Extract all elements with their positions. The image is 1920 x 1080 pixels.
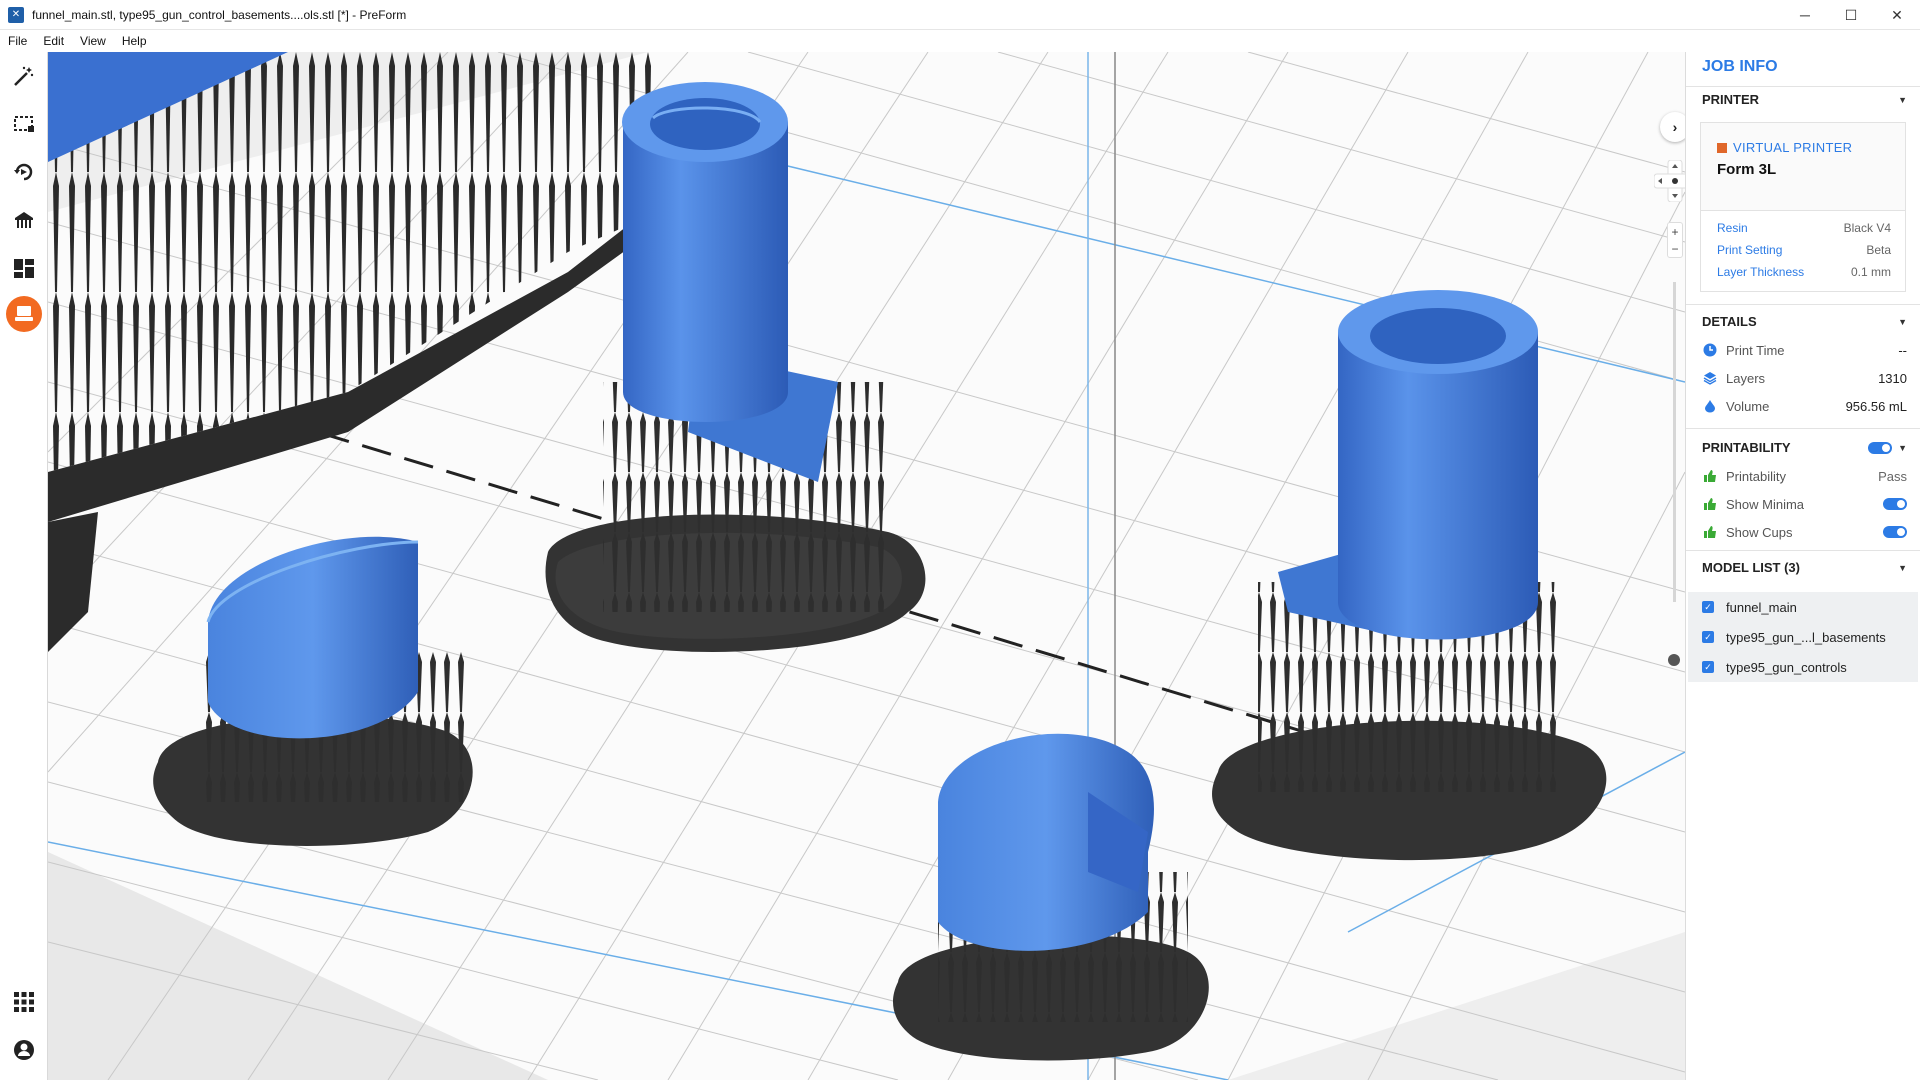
pan-arrows-icon <box>1653 159 1685 203</box>
expand-panel-button[interactable]: › <box>1660 112 1685 142</box>
menu-edit[interactable]: Edit <box>35 34 72 48</box>
list-item[interactable]: ✓ funnel_main <box>1688 592 1918 622</box>
account-icon[interactable] <box>6 1032 42 1068</box>
checkbox-checked-icon[interactable]: ✓ <box>1702 631 1714 643</box>
model-name: type95_gun_...l_basements <box>1726 629 1886 645</box>
supports-icon[interactable] <box>6 202 42 238</box>
printer-card[interactable]: VIRTUAL PRINTER Form 3L Resin Black V4 Pr… <box>1700 122 1906 292</box>
apps-grid-icon[interactable] <box>6 984 42 1020</box>
zoom-in-icon[interactable]: + <box>1671 225 1678 239</box>
virtual-printer-label: VIRTUAL PRINTER <box>1733 140 1853 155</box>
minimize-button[interactable]: ─ <box>1782 0 1828 30</box>
model-list-header-label: MODEL LIST (3) <box>1702 560 1800 575</box>
model-list-section-header[interactable]: MODEL LIST (3) ▼ <box>1702 560 1907 575</box>
checkbox-checked-icon[interactable]: ✓ <box>1702 601 1714 613</box>
checkbox-checked-icon[interactable]: ✓ <box>1702 661 1714 673</box>
caret-down-icon: ▼ <box>1898 442 1907 453</box>
details-header-label: DETAILS <box>1702 314 1757 329</box>
zoom-control[interactable]: + − <box>1667 222 1683 258</box>
details-section-header[interactable]: DETAILS ▼ <box>1702 314 1907 329</box>
printability-toggle[interactable] <box>1868 441 1893 454</box>
spec-resin: Resin Black V4 <box>1717 221 1891 235</box>
list-item[interactable]: ✓ type95_gun_controls <box>1688 652 1918 682</box>
clock-icon <box>1702 342 1718 358</box>
build-platform-scene[interactable] <box>48 52 1685 1080</box>
title-bar: ✕ funnel_main.stl, type95_gun_control_ba… <box>0 0 1920 30</box>
menu-file[interactable]: File <box>0 34 35 48</box>
model-list: ✓ funnel_main ✓ type95_gun_...l_basement… <box>1688 592 1918 682</box>
printability-section-header[interactable]: PRINTABILITY ▼ <box>1702 440 1907 455</box>
select-icon[interactable] <box>6 106 42 142</box>
layer-slider[interactable] <box>1668 282 1680 666</box>
thumbs-up-icon <box>1702 524 1718 540</box>
panel-title: JOB INFO <box>1702 58 1778 75</box>
menu-help[interactable]: Help <box>114 34 155 48</box>
3d-viewport[interactable]: › + − <box>48 52 1685 1080</box>
show-cups-row: Show Cups <box>1702 524 1907 540</box>
preform-app-icon: ✕ <box>8 6 24 23</box>
job-info-panel: JOB INFO PRINTER ▼ VIRTUAL PRINTER Form … <box>1685 52 1920 1080</box>
printability-header-label: PRINTABILITY <box>1702 440 1791 455</box>
detail-print-time: Print Time -- <box>1702 342 1907 358</box>
maximize-button[interactable]: ☐ <box>1828 0 1874 30</box>
caret-down-icon: ▼ <box>1898 562 1907 573</box>
caret-down-icon: ▼ <box>1898 94 1907 105</box>
printer-name: Form 3L <box>1717 161 1777 178</box>
layout-icon[interactable] <box>6 250 42 286</box>
detail-volume: Volume 956.56 mL <box>1702 398 1907 414</box>
thumbs-up-icon <box>1702 496 1718 512</box>
printer-header-label: PRINTER <box>1702 92 1760 107</box>
caret-down-icon: ▼ <box>1898 316 1907 327</box>
close-button[interactable]: ✕ <box>1874 0 1920 30</box>
model-name: type95_gun_controls <box>1726 659 1847 675</box>
show-minima-toggle[interactable] <box>1883 498 1907 510</box>
pan-control[interactable] <box>1653 159 1685 203</box>
spec-layer-thickness: Layer Thickness 0.1 mm <box>1717 265 1891 279</box>
model-name: funnel_main <box>1726 599 1797 615</box>
menu-bar: File Edit View Help <box>0 30 1920 52</box>
virtual-printer-icon <box>1717 143 1727 153</box>
printability-status: Printability Pass <box>1702 468 1907 484</box>
printer-section-header[interactable]: PRINTER ▼ <box>1702 92 1907 107</box>
show-cups-toggle[interactable] <box>1883 526 1907 538</box>
thumbs-up-icon <box>1702 468 1718 484</box>
chevron-right-icon: › <box>1672 119 1678 135</box>
magic-wand-icon[interactable] <box>6 58 42 94</box>
list-item[interactable]: ✓ type95_gun_...l_basements <box>1688 622 1918 652</box>
detail-layers: Layers 1310 <box>1702 370 1907 386</box>
window-title: funnel_main.stl, type95_gun_control_base… <box>32 7 407 22</box>
layers-icon <box>1702 370 1718 386</box>
show-minima-row: Show Minima <box>1702 496 1907 512</box>
left-toolbar <box>0 52 48 1080</box>
zoom-out-icon[interactable]: − <box>1671 242 1678 256</box>
layer-slider-handle[interactable] <box>1668 654 1680 666</box>
spec-print-setting: Print Setting Beta <box>1717 243 1891 257</box>
orientation-icon[interactable] <box>6 154 42 190</box>
print-icon[interactable] <box>6 296 42 332</box>
menu-view[interactable]: View <box>72 34 114 48</box>
resin-drop-icon <box>1702 398 1718 414</box>
